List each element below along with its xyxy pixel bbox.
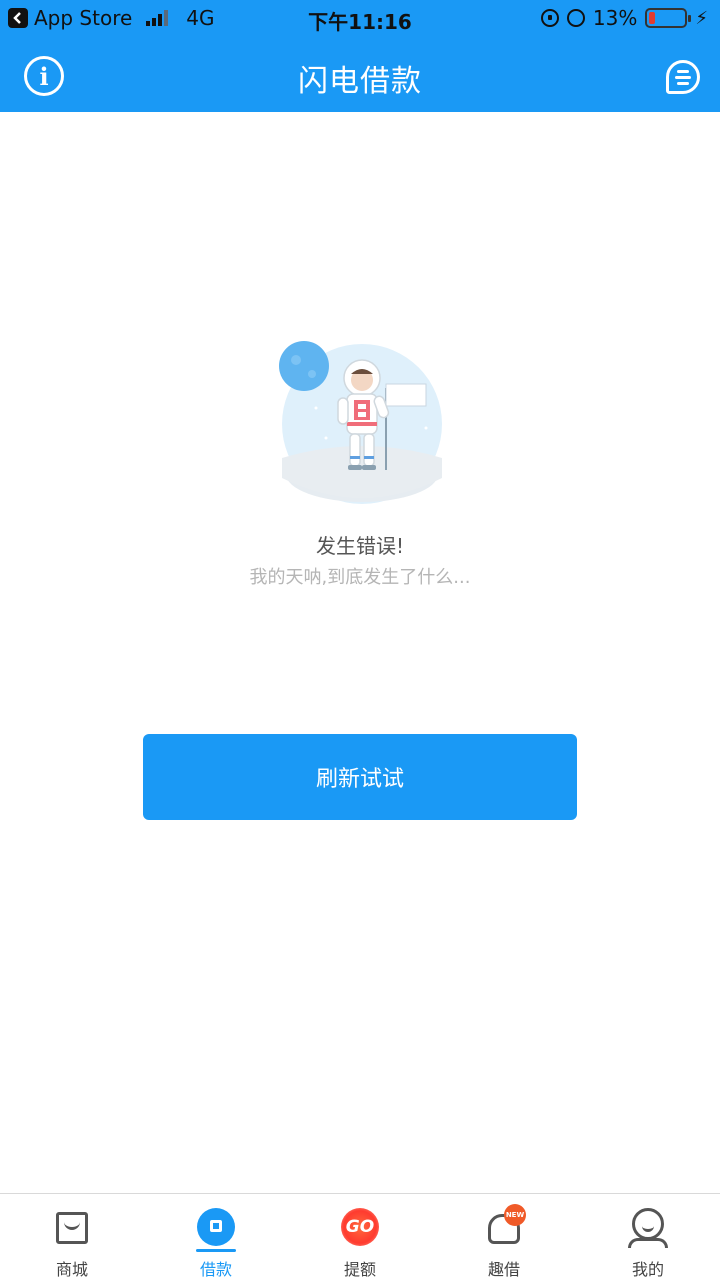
battery-percent: 13% [592,6,638,30]
new-badge: NEW [504,1204,526,1226]
shop-icon [50,1208,94,1248]
tab-profile[interactable]: 我的 [576,1194,720,1280]
rotation-lock-icon [540,9,559,27]
tab-label: 借款 [199,1260,232,1279]
tab-fun-loan[interactable]: NEW 趣借 [432,1194,576,1280]
tab-raise-limit[interactable]: GO 提额 [288,1194,432,1280]
tab-label: 趣借 [487,1260,520,1279]
tab-loan[interactable]: 借款 [144,1194,288,1280]
tab-label: 我的 [631,1260,664,1279]
battery-icon [645,8,692,28]
tab-shop[interactable]: 商城 [0,1194,144,1280]
profile-icon [626,1208,670,1248]
message-icon[interactable] [666,60,700,94]
astronaut-illustration [279,341,442,504]
fun-loan-icon: NEW [482,1204,526,1248]
refresh-button[interactable]: 刷新试试 [143,734,577,820]
page-title: 闪电借款 [298,64,422,99]
loan-icon [194,1208,238,1252]
tab-label: 提额 [343,1260,376,1279]
go-icon: GO [338,1208,382,1248]
alarm-icon [566,9,585,27]
go-badge: GO [341,1208,379,1246]
nav-bar: i 闪电借款 [0,38,720,112]
error-title: 发生错误! [315,534,405,558]
status-bar: App Store 4G 下午11:16 13% ⚡ [0,0,720,38]
error-subtitle: 我的天呐,到底发生了什么... [249,567,471,588]
charging-icon: ⚡ [695,7,708,29]
tab-bar: 商城 借款 GO 提额 NEW 趣借 我的 [0,1193,720,1280]
status-right: 13% ⚡ [540,6,708,30]
tab-label: 商城 [55,1260,88,1279]
